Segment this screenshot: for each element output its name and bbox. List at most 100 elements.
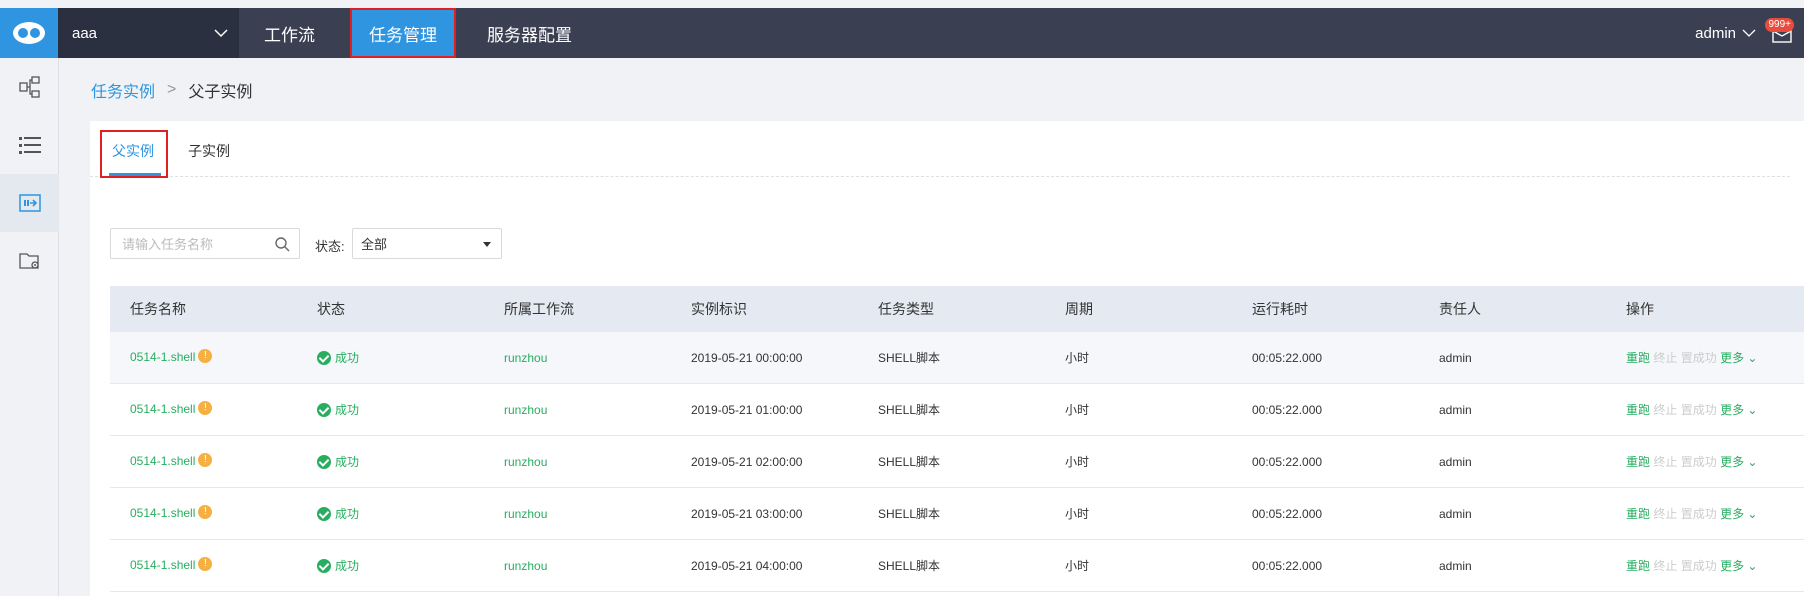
main-nav: 工作流 任务管理 服务器配置: [239, 8, 597, 58]
set-success-button[interactable]: 置成功: [1681, 559, 1717, 573]
duration: 00:05:22.000: [1252, 402, 1323, 417]
caret-down-icon: [483, 242, 491, 247]
status-cell: 成功: [297, 453, 484, 470]
table-row[interactable]: 0514-1.shell! 成功 runzhou 2019-05-21 03:00:0…: [110, 488, 1804, 540]
rerun-button[interactable]: 重跑: [1626, 559, 1650, 573]
check-circle-icon: [317, 402, 331, 417]
rerun-button[interactable]: 重跑: [1626, 455, 1650, 469]
tab-parent-instance[interactable]: 父实例: [112, 141, 154, 161]
task-name-cell: 0514-1.shell!: [110, 556, 297, 573]
task-name-link[interactable]: 0514-1.shell: [130, 350, 195, 364]
tab-active-underline: [109, 173, 161, 176]
status-text: 成功: [335, 559, 360, 573]
search-input[interactable]: 请输入任务名称: [110, 228, 300, 259]
tab-child-instance[interactable]: 子实例: [188, 141, 230, 161]
workflow-link[interactable]: runzhou: [484, 559, 671, 573]
task-name-link[interactable]: 0514-1.shell: [130, 402, 195, 416]
project-selector[interactable]: aaa: [58, 8, 239, 58]
col-owner: 责任人: [1439, 301, 1481, 317]
instance-table: 任务名称 状态 所属工作流 实例标识 任务类型 周期 运行耗时 责任人 操作 0…: [110, 286, 1804, 592]
nav-workflow[interactable]: 工作流: [239, 8, 340, 58]
duration: 00:05:22.000: [1252, 506, 1323, 521]
set-success-button[interactable]: 置成功: [1681, 351, 1717, 365]
sidebar-item-task-instance[interactable]: [0, 174, 59, 232]
table-row[interactable]: 0514-1.shell! 成功 runzhou 2019-05-21 02:00:0…: [110, 436, 1804, 488]
period: 小时: [1065, 559, 1090, 573]
chevron-right-icon: >: [167, 80, 177, 98]
warning-icon[interactable]: !: [198, 556, 213, 571]
task-name-link[interactable]: 0514-1.shell: [130, 454, 195, 468]
sidebar-item-list[interactable]: [0, 116, 59, 174]
task-name-link[interactable]: 0514-1.shell: [130, 558, 195, 572]
workflow-link[interactable]: runzhou: [484, 455, 671, 469]
owner: admin: [1439, 558, 1472, 573]
notification-badge: 999+: [1765, 18, 1794, 32]
rerun-button[interactable]: 重跑: [1626, 507, 1650, 521]
breadcrumb-current: 父子实例: [188, 83, 253, 101]
set-success-button[interactable]: 置成功: [1681, 507, 1717, 521]
task-type: SHELL脚本: [878, 507, 941, 521]
warning-icon[interactable]: !: [198, 400, 213, 415]
check-circle-icon: [317, 350, 331, 365]
more-button[interactable]: 更多: [1720, 507, 1744, 521]
task-type: SHELL脚本: [878, 403, 941, 417]
stop-button[interactable]: 终止: [1653, 507, 1677, 521]
status-text: 成功: [335, 351, 360, 365]
instance-id: 2019-05-21 04:00:00: [691, 558, 803, 573]
task-name-cell: 0514-1.shell!: [110, 452, 297, 469]
workflow-link[interactable]: runzhou: [484, 351, 671, 365]
chevron-down-icon: [214, 29, 228, 38]
more-button[interactable]: 更多: [1720, 351, 1744, 365]
more-button[interactable]: 更多: [1720, 403, 1744, 417]
duration: 00:05:22.000: [1252, 350, 1323, 365]
table-row[interactable]: 0514-1.shell! 成功 runzhou 2019-05-21 01:00:0…: [110, 384, 1804, 436]
more-button[interactable]: 更多: [1720, 559, 1744, 573]
task-name-cell: 0514-1.shell!: [110, 400, 297, 417]
period: 小时: [1065, 507, 1090, 521]
task-name-link[interactable]: 0514-1.shell: [130, 506, 195, 520]
status-cell: 成功: [297, 349, 484, 366]
stop-button[interactable]: 终止: [1653, 559, 1677, 573]
status-cell: 成功: [297, 505, 484, 522]
owner: admin: [1439, 506, 1472, 521]
actions-cell: 重跑 终止 置成功 更多 ⌄: [1606, 453, 1804, 470]
table-row[interactable]: 0514-1.shell! 成功 runzhou 2019-05-21 00:00:0…: [110, 332, 1804, 384]
actions-cell: 重跑 终止 置成功 更多 ⌄: [1606, 505, 1804, 522]
task-name-cell: 0514-1.shell!: [110, 504, 297, 521]
actions-cell: 重跑 终止 置成功 更多 ⌄: [1606, 349, 1804, 366]
table-row[interactable]: 0514-1.shell! 成功 runzhou 2019-05-21 04:00:0…: [110, 540, 1804, 592]
warning-icon[interactable]: !: [198, 452, 213, 467]
set-success-button[interactable]: 置成功: [1681, 403, 1717, 417]
breadcrumb-root[interactable]: 任务实例: [91, 78, 155, 102]
chevron-down-icon: [1742, 29, 1756, 37]
rerun-button[interactable]: 重跑: [1626, 351, 1650, 365]
status-select[interactable]: 全部: [352, 228, 502, 259]
status-text: 成功: [335, 403, 360, 417]
workflow-link[interactable]: runzhou: [484, 403, 671, 417]
rerun-button[interactable]: 重跑: [1626, 403, 1650, 417]
col-task-name: 任务名称: [130, 301, 186, 317]
chevron-down-icon: ⌄: [1744, 559, 1758, 573]
warning-icon[interactable]: !: [198, 348, 213, 363]
stop-button[interactable]: 终止: [1653, 351, 1677, 365]
col-status: 状态: [317, 301, 345, 317]
stop-button[interactable]: 终止: [1653, 455, 1677, 469]
notifications[interactable]: 999+: [1765, 18, 1794, 46]
set-success-button[interactable]: 置成功: [1681, 455, 1717, 469]
workflow-link[interactable]: runzhou: [484, 507, 671, 521]
warning-icon[interactable]: !: [198, 504, 213, 519]
col-period: 周期: [1065, 301, 1093, 317]
more-button[interactable]: 更多: [1720, 455, 1744, 469]
table-header: 任务名称 状态 所属工作流 实例标识 任务类型 周期 运行耗时 责任人 操作: [110, 286, 1804, 332]
sidebar-item-workflow[interactable]: [0, 58, 59, 116]
tab-bar: 父实例 子实例: [90, 121, 1790, 178]
nav-server-config[interactable]: 服务器配置: [462, 8, 597, 58]
sidebar-item-folder-settings[interactable]: [0, 232, 59, 290]
task-type: SHELL脚本: [878, 559, 941, 573]
stop-button[interactable]: 终止: [1653, 403, 1677, 417]
app-logo[interactable]: [0, 8, 58, 58]
status-text: 成功: [335, 507, 360, 521]
user-menu[interactable]: admin: [1695, 8, 1756, 58]
col-instance: 实例标识: [691, 301, 747, 317]
nav-task-management[interactable]: 任务管理: [350, 8, 456, 58]
